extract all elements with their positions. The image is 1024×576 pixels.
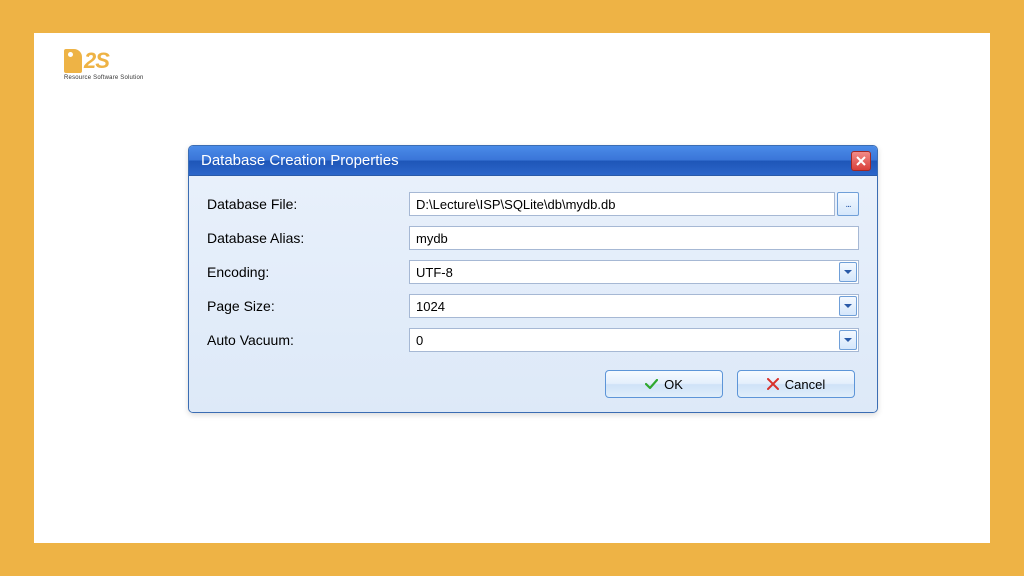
page-size-dropdown-button[interactable] xyxy=(839,296,857,316)
database-file-input[interactable] xyxy=(409,192,835,216)
x-icon xyxy=(767,378,779,390)
label-auto-vacuum: Auto Vacuum: xyxy=(207,332,409,348)
ok-button[interactable]: OK xyxy=(605,370,723,398)
check-icon xyxy=(645,379,658,390)
label-database-alias: Database Alias: xyxy=(207,230,409,246)
row-database-file: Database File: ... xyxy=(207,192,859,216)
auto-vacuum-select[interactable]: 0 xyxy=(409,328,859,352)
database-creation-dialog: Database Creation Properties Database Fi… xyxy=(188,145,878,413)
chevron-down-icon xyxy=(844,338,852,343)
dialog-title: Database Creation Properties xyxy=(201,152,399,169)
logo: 2S Resource Software Solution xyxy=(64,48,144,81)
encoding-select[interactable]: UTF-8 xyxy=(409,260,859,284)
chevron-down-icon xyxy=(844,304,852,309)
chevron-down-icon xyxy=(844,270,852,275)
logo-mark-icon xyxy=(64,49,82,73)
close-icon xyxy=(856,156,866,166)
logo-subtitle: Resource Software Solution xyxy=(64,75,144,81)
ok-label: OK xyxy=(664,377,683,392)
cancel-button[interactable]: Cancel xyxy=(737,370,855,398)
page-size-value: 1024 xyxy=(416,299,445,314)
outer-frame: 2S Resource Software Solution Database C… xyxy=(34,33,990,543)
dialog-titlebar[interactable]: Database Creation Properties xyxy=(189,146,877,176)
row-database-alias: Database Alias: xyxy=(207,226,859,250)
label-database-file: Database File: xyxy=(207,196,409,212)
row-auto-vacuum: Auto Vacuum: 0 xyxy=(207,328,859,352)
close-button[interactable] xyxy=(851,151,871,171)
label-page-size: Page Size: xyxy=(207,298,409,314)
row-encoding: Encoding: UTF-8 xyxy=(207,260,859,284)
label-encoding: Encoding: xyxy=(207,264,409,280)
dialog-button-row: OK Cancel xyxy=(207,370,859,398)
row-page-size: Page Size: 1024 xyxy=(207,294,859,318)
encoding-value: UTF-8 xyxy=(416,265,453,280)
page-size-select[interactable]: 1024 xyxy=(409,294,859,318)
logo-main: 2S xyxy=(64,48,144,74)
logo-text: 2S xyxy=(84,48,109,74)
dialog-body: Database File: ... Database Alias: Encod… xyxy=(189,176,877,412)
browse-button[interactable]: ... xyxy=(837,192,859,216)
cancel-label: Cancel xyxy=(785,377,825,392)
database-alias-input[interactable] xyxy=(409,226,859,250)
auto-vacuum-value: 0 xyxy=(416,333,423,348)
ellipsis-icon: ... xyxy=(845,199,850,210)
encoding-dropdown-button[interactable] xyxy=(839,262,857,282)
auto-vacuum-dropdown-button[interactable] xyxy=(839,330,857,350)
